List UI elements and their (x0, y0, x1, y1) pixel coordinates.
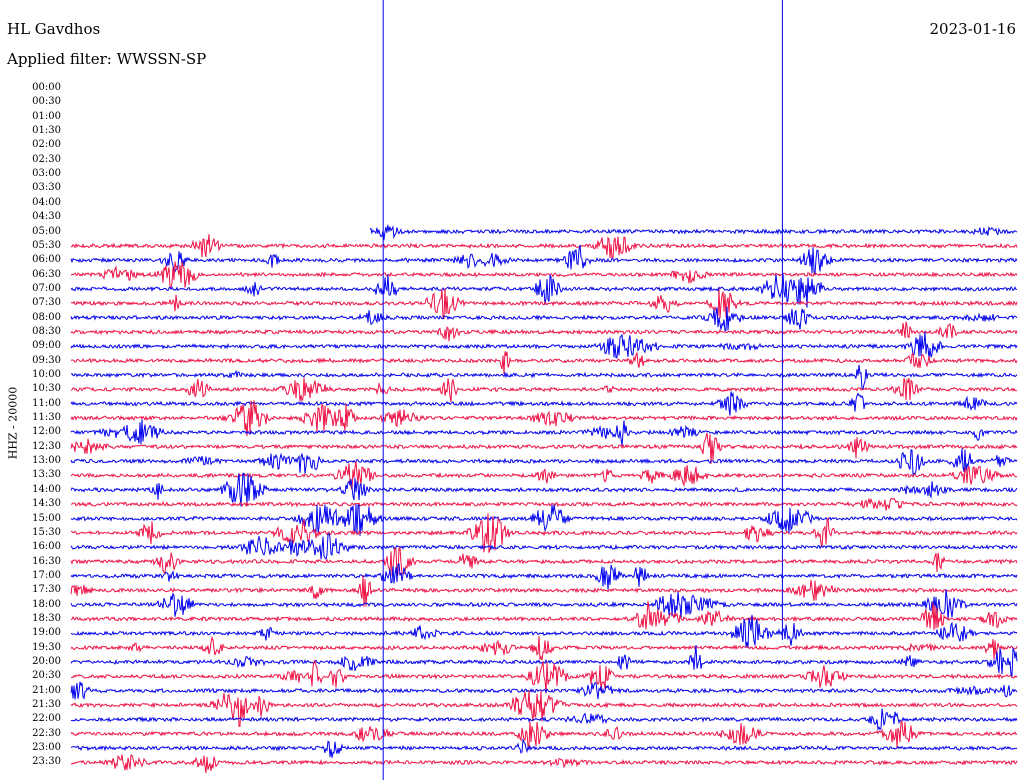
trace-0800 (70, 306, 1018, 332)
trace-0830 (70, 321, 1018, 342)
trace-0930 (70, 351, 1018, 375)
trace-1930 (70, 635, 1018, 661)
trace-1100 (70, 391, 1018, 416)
seismogram-drum (70, 0, 1018, 780)
trace-1400 (70, 472, 1018, 507)
trace-1630 (70, 546, 1018, 578)
trace-1030 (70, 377, 1018, 403)
trace-1000 (70, 364, 1018, 390)
trace-0700 (70, 273, 1018, 308)
trace-0630 (70, 261, 1018, 289)
trace-2330 (70, 754, 1018, 774)
trace-1500 (70, 504, 1018, 536)
trace-1700 (70, 563, 1018, 590)
trace-0530 (70, 234, 1018, 260)
trace-1830 (70, 601, 1018, 631)
trace-2300 (70, 738, 1018, 758)
trace-1330 (70, 461, 1018, 491)
trace-1600 (70, 532, 1018, 560)
trace-0600 (70, 244, 1018, 275)
trace-1800 (70, 589, 1018, 620)
trace-1230 (70, 432, 1018, 464)
trace-0900 (70, 331, 1018, 359)
trace-1200 (70, 419, 1018, 446)
trace-2100 (70, 681, 1018, 700)
trace-2230 (70, 720, 1018, 749)
trace-1430 (70, 497, 1018, 511)
trace-0500 (369, 224, 1018, 241)
trace-1730 (70, 575, 1018, 607)
